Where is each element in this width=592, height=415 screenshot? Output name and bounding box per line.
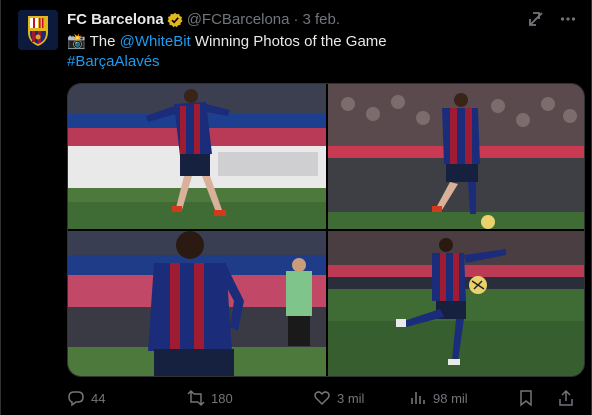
photo-4[interactable] — [328, 231, 584, 376]
bookmark-button[interactable] — [517, 389, 535, 407]
views-icon — [411, 392, 425, 404]
repost-count: 180 — [211, 390, 233, 406]
photo-1[interactable] — [68, 84, 326, 229]
avatar[interactable] — [18, 10, 58, 50]
photo-2[interactable] — [328, 84, 584, 229]
views-count: 98 mil — [433, 390, 468, 406]
share-icon — [559, 389, 573, 406]
more-icon[interactable] — [559, 10, 577, 28]
grok-icon[interactable] — [527, 10, 545, 28]
separator-dot: · — [293, 11, 299, 28]
text-prefix: The — [89, 33, 116, 50]
tweet-date[interactable]: 3 feb. — [302, 10, 340, 30]
views-button[interactable]: 98 mil — [409, 389, 509, 407]
photo-grid — [67, 83, 585, 377]
fc-barcelona-crest-icon — [18, 10, 58, 50]
tweet-header: FC Barcelona @FCBarcelona · 3 feb. — [67, 10, 340, 30]
author-name[interactable]: FC Barcelona — [67, 10, 164, 30]
verified-badge-icon — [167, 12, 183, 28]
like-count: 3 mil — [337, 390, 365, 406]
reply-count: 44 — [91, 390, 106, 406]
bookmark-icon — [520, 390, 532, 407]
tweet-text: 📸 The @WhiteBit Winning Photos of the Ga… — [67, 32, 387, 72]
mention-link[interactable]: @WhiteBit — [120, 33, 191, 50]
hashtag-link[interactable]: #BarçaAlavés — [67, 53, 160, 70]
photo-3[interactable] — [68, 231, 326, 376]
like-icon — [314, 391, 330, 406]
tweet-card[interactable]: FC Barcelona @FCBarcelona · 3 feb. 📸 The… — [0, 0, 592, 415]
like-button[interactable]: 3 mil — [313, 389, 409, 407]
reply-button[interactable]: 44 — [67, 389, 163, 407]
repost-icon — [187, 389, 205, 407]
reply-icon — [68, 391, 84, 407]
text-suffix: Winning Photos of the Game — [194, 33, 387, 50]
repost-button[interactable]: 180 — [187, 389, 283, 407]
share-button[interactable] — [557, 389, 575, 407]
action-bar: 44 180 3 mil 98 mil — [67, 386, 585, 410]
camera-emoji: 📸 — [67, 33, 86, 50]
author-handle[interactable]: @FCBarcelona — [187, 10, 290, 30]
top-actions — [527, 10, 577, 28]
